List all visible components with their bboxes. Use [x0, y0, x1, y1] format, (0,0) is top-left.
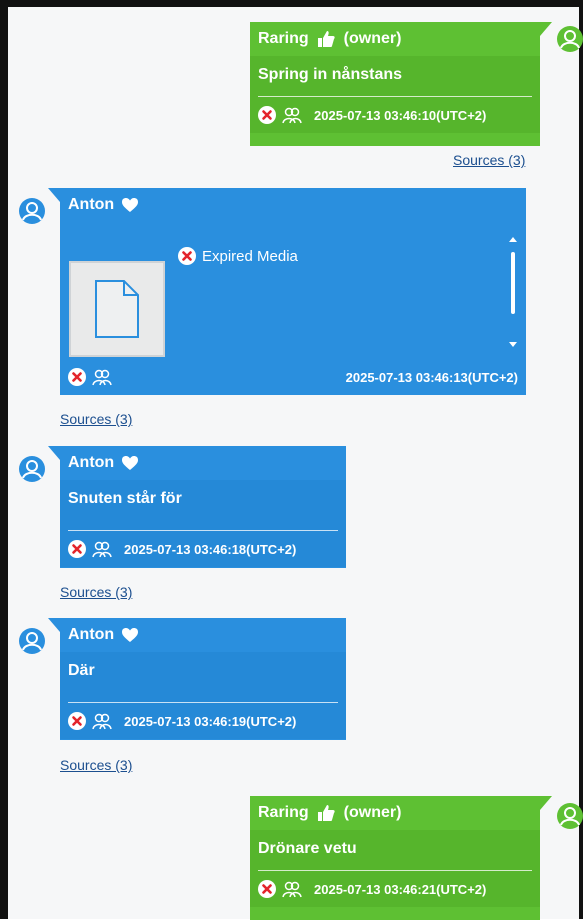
sources-link[interactable]: Sources (3) — [60, 584, 132, 600]
message-timestamp: 2025-07-13 03:46:10(UTC+2) — [314, 107, 487, 123]
people-icon[interactable] — [92, 539, 112, 559]
message-bubble-1: Raring (owner) Spring in nånstans 2025-0… — [250, 22, 540, 146]
message-body: Där 2025-07-13 03:46:19(UTC+2) — [60, 652, 346, 739]
owner-tag: (owner) — [343, 30, 402, 47]
sources-link[interactable]: Sources (3) — [60, 411, 132, 427]
bubble-tail — [540, 22, 552, 36]
bubble-tail — [48, 446, 60, 460]
message-text: Snuten står för — [68, 490, 182, 507]
message-bubble-3: Anton Snuten står för 2025-07-13 03:46:1… — [60, 446, 346, 568]
message-timestamp: 2025-07-13 03:46:19(UTC+2) — [124, 713, 297, 729]
expired-media-label: Expired Media — [178, 247, 298, 265]
media-scrollbar[interactable] — [508, 237, 518, 347]
bubble-tail — [48, 188, 60, 202]
message-header: Anton — [60, 188, 526, 222]
people-icon[interactable] — [282, 879, 302, 899]
sender-name: Anton — [68, 196, 115, 213]
close-circle-icon[interactable] — [68, 368, 86, 386]
people-icon[interactable] — [92, 367, 112, 387]
message-header: Raring (owner) — [250, 796, 540, 830]
close-circle-icon — [178, 247, 196, 265]
message-text: Drönare vetu — [258, 840, 357, 857]
message-timestamp: 2025-07-13 03:46:18(UTC+2) — [124, 541, 297, 557]
sources-link[interactable]: Sources (3) — [60, 757, 132, 773]
sender-name: Anton — [68, 626, 115, 643]
chat-window: Raring (owner) Spring in nånstans 2025-0… — [0, 0, 583, 920]
user-avatar-icon — [19, 198, 45, 224]
close-circle-icon[interactable] — [258, 106, 276, 124]
thumb-icon — [317, 805, 335, 821]
message-footer: 2025-07-13 03:46:21(UTC+2) — [250, 871, 540, 907]
message-bubble-2: Anton Expired Media 2025-07-13 03:46:13(… — [60, 188, 526, 395]
user-avatar-icon — [557, 26, 583, 52]
close-circle-icon[interactable] — [68, 540, 86, 558]
owner-tag: (owner) — [343, 804, 402, 821]
close-circle-icon[interactable] — [258, 880, 276, 898]
message-bubble-4: Anton Där 2025-07-13 03:46:19(UTC+2) — [60, 618, 346, 740]
bubble-tail — [540, 796, 552, 810]
message-timestamp: 2025-07-13 03:46:21(UTC+2) — [314, 881, 487, 897]
user-avatar-icon — [19, 628, 45, 654]
heart-icon — [122, 198, 139, 212]
message-footer: 2025-07-13 03:46:18(UTC+2) — [60, 531, 346, 567]
heart-icon — [122, 628, 139, 642]
close-circle-icon[interactable] — [68, 712, 86, 730]
message-bubble-5: Raring (owner) Drönare vetu 2025-07-13 0… — [250, 796, 540, 920]
sources-link[interactable]: Sources (3) — [453, 152, 525, 168]
user-avatar-icon — [557, 803, 583, 829]
message-header: Anton — [60, 446, 346, 480]
message-header: Anton — [60, 618, 346, 652]
people-icon[interactable] — [92, 711, 112, 731]
thumb-icon — [317, 31, 335, 47]
message-footer: 2025-07-13 03:46:10(UTC+2) — [250, 97, 540, 133]
sender-name: Raring — [258, 804, 309, 821]
document-icon — [95, 280, 139, 338]
message-body: Spring in nånstans 2025-07-13 03:46:10(U… — [250, 56, 540, 133]
people-icon[interactable] — [282, 105, 302, 125]
bubble-tail — [48, 618, 60, 632]
message-body: Drönare vetu 2025-07-13 03:46:21(UTC+2) — [250, 830, 540, 907]
message-footer: 2025-07-13 03:46:13(UTC+2) — [60, 359, 526, 395]
heart-icon — [122, 456, 139, 470]
sender-name: Anton — [68, 454, 115, 471]
message-timestamp: 2025-07-13 03:46:13(UTC+2) — [345, 369, 518, 385]
media-thumbnail[interactable] — [69, 261, 165, 357]
message-footer: 2025-07-13 03:46:19(UTC+2) — [60, 703, 346, 739]
user-avatar-icon — [19, 456, 45, 482]
sender-name: Raring — [258, 30, 309, 47]
message-text: Där — [68, 662, 95, 679]
media-panel: Expired Media — [60, 225, 526, 367]
expired-media-text: Expired Media — [202, 247, 298, 265]
message-header: Raring (owner) — [250, 22, 540, 56]
message-body: Snuten står för 2025-07-13 03:46:18(UTC+… — [60, 480, 346, 567]
message-text: Spring in nånstans — [258, 66, 403, 83]
